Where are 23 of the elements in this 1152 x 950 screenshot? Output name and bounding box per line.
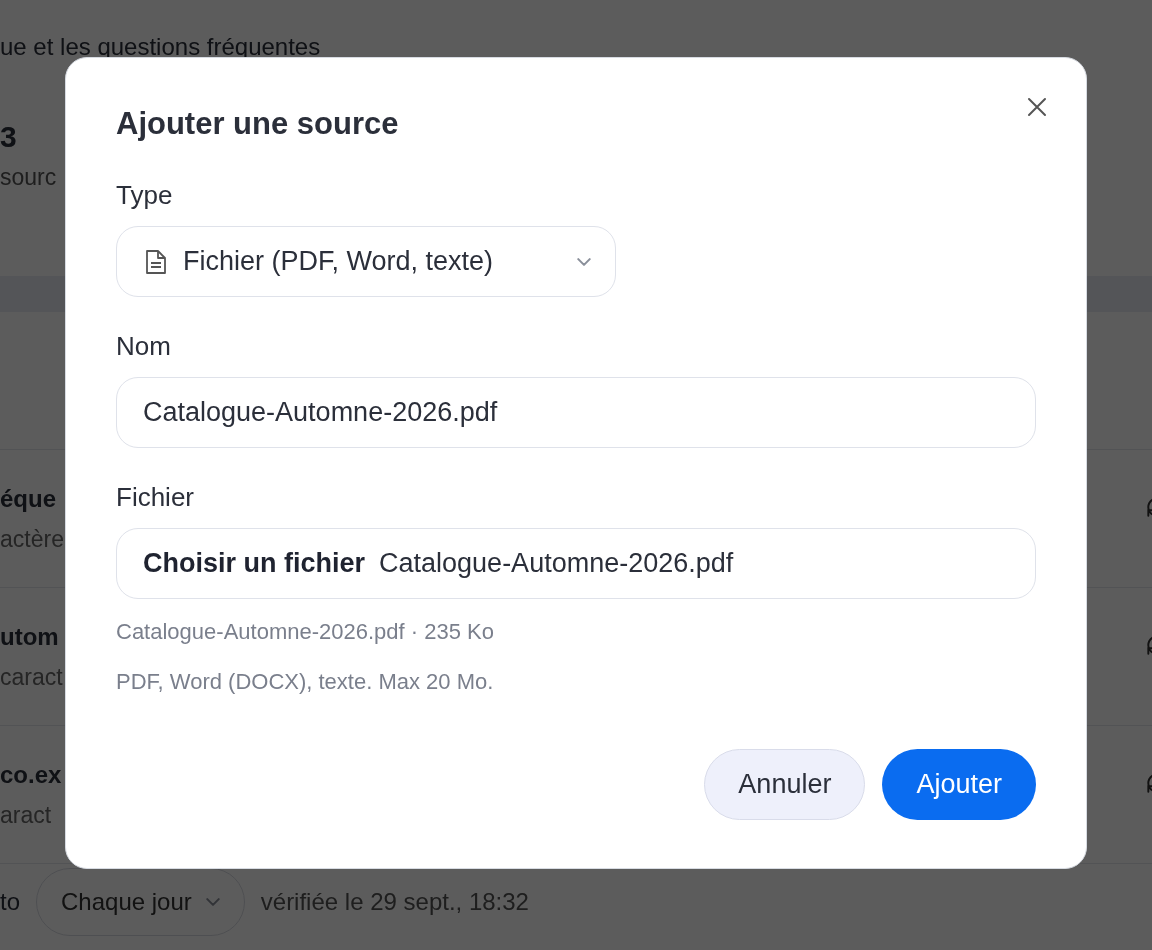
field-label: Fichier xyxy=(116,481,194,514)
chevron-icon xyxy=(205,898,220,906)
cancel-button[interactable]: Annuler xyxy=(704,749,866,820)
close-icon[interactable] xyxy=(1026,96,1048,118)
source-name: utom xyxy=(0,621,59,652)
document-icon xyxy=(145,248,167,275)
file-input[interactable]: Choisir un fichier Catalogue-Automne-2026.pdf xyxy=(116,528,1036,599)
source-name: co.ex xyxy=(0,759,62,790)
field-label: Nom xyxy=(116,330,171,363)
chevron-icon xyxy=(577,257,591,266)
source-name: éque xyxy=(0,483,56,514)
type-select[interactable]: Fichier (PDF, Word, texte) xyxy=(116,226,616,297)
page-subtitle: ue et les questions fréquentes xyxy=(0,32,321,62)
source-count-label: sourc xyxy=(0,163,57,192)
file-hint: Catalogue-Automne-2026.pdf · 235 Ko xyxy=(116,618,494,646)
add-button[interactable]: Ajouter xyxy=(882,749,1036,820)
source-count: 3 xyxy=(0,119,17,155)
schedule-label: to xyxy=(0,888,20,916)
file-hint: PDF, Word (DOCX), texte. Max 20 Mo. xyxy=(116,668,494,696)
name-input[interactable]: Catalogue-Automne-2026.pdf xyxy=(116,377,1036,448)
dialog-title: Ajouter une source xyxy=(116,105,400,143)
last-checked-text: vérifiée le 29 sept., 18:32 xyxy=(260,888,529,916)
field-label: Type xyxy=(116,179,173,212)
